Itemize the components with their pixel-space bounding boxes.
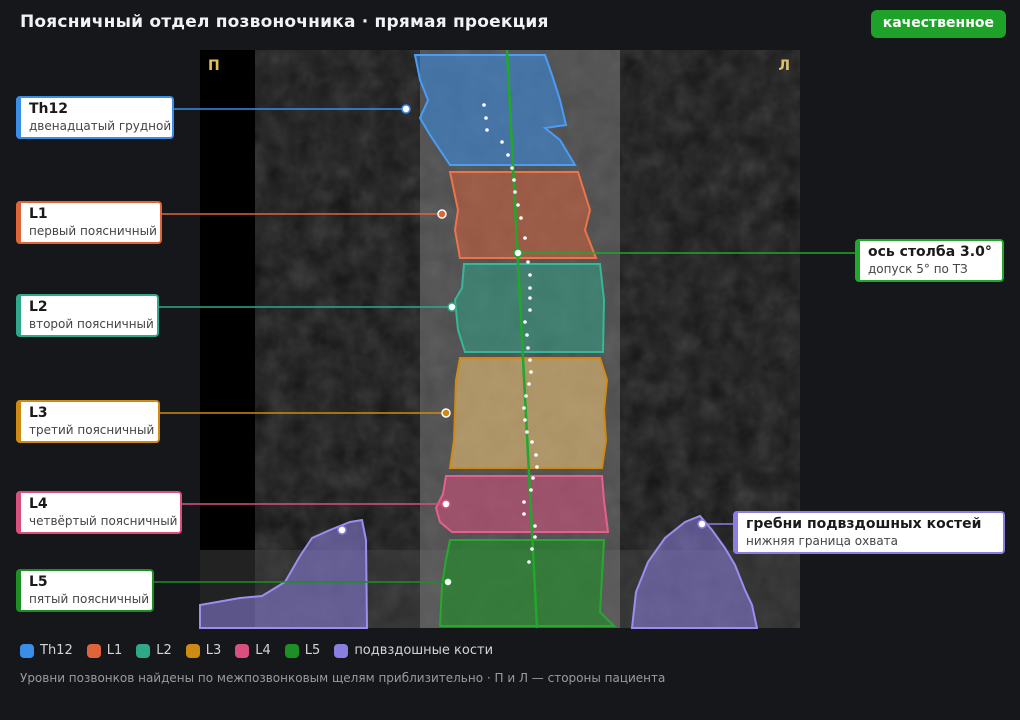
legend: Th12 L1 L2 L3 L4 L5 подвздошные кости [20,643,493,658]
legend-label: Th12 [40,643,73,658]
vertebra-l1-shape [448,171,598,259]
callout-l3[interactable]: L3 третий поясничный [16,400,160,443]
callout-l5-name: L5 [29,574,48,590]
callout-l1-name: L1 [29,206,48,222]
legend-label: L2 [156,643,172,658]
callout-l4-name: L4 [29,496,48,512]
callout-l2-description: второй поясничный [29,317,154,331]
callout-l1[interactable]: L1 первый поясничный [16,201,162,244]
legend-label: L1 [106,643,123,658]
th12-anchor-dot[interactable] [401,104,411,114]
callout-l2-name: L2 [29,299,48,315]
legend-label: L3 [205,643,222,658]
callout-iliac-note: нижняя граница охвата [746,534,899,548]
l2-anchor-dot[interactable] [447,302,457,312]
vertebra-th12-shape [413,54,577,166]
legend-swatch [235,643,250,658]
iliac-left-anchor-dot[interactable] [337,525,347,535]
legend-swatch [185,643,200,658]
callout-axis-note: допуск 5° по ТЗ [868,262,968,276]
callout-l4[interactable]: L4 четвёртый поясничный [16,491,182,534]
legend-swatch [136,643,151,658]
callout-l2[interactable]: L2 второй поясничный [16,294,159,337]
vertebra-l5-shape [438,539,617,627]
legend-item-th12: Th12 [20,643,73,658]
legend-swatch [334,643,349,658]
callout-l5[interactable]: L5 пятый поясничный [16,569,154,612]
callout-l3-description: третий поясничный [29,423,155,437]
callout-spine-axis[interactable]: ось столба 3.0° допуск 5° по ТЗ [855,239,1004,282]
vertebra-l2-shape [453,263,606,353]
legend-item-l3: L3 [185,643,222,658]
l3-anchor-dot[interactable] [441,408,451,418]
legend-item-l2: L2 [136,643,172,658]
legend-swatch [284,643,299,658]
callout-iliac-label: гребни подвздошных костей [746,516,982,532]
l1-anchor-dot[interactable] [437,209,447,219]
vertebra-l4-shape [434,475,610,533]
l5-anchor-dot[interactable] [443,577,453,587]
callout-iliac-crests[interactable]: гребни подвздошных костей нижняя граница… [733,511,1005,554]
callout-th12[interactable]: Th12 двенадцатый грудной [16,96,174,139]
legend-item-l5: L5 [284,643,321,658]
callout-th12-description: двенадцатый грудной [29,119,172,133]
callout-l3-name: L3 [29,405,48,421]
footnote: Уровни позвонков найдены по межпозвонков… [20,671,666,685]
callout-axis-label: ось столба 3.0° [868,244,992,260]
legend-label: L5 [304,643,321,658]
legend-swatch [20,643,34,658]
legend-item-l1: L1 [86,643,123,658]
legend-swatch [86,643,101,658]
callout-th12-name: Th12 [29,101,68,117]
legend-item-iliac: подвздошные кости [334,643,493,658]
iliac-right-anchor-dot[interactable] [697,519,707,529]
callout-l5-description: пятый поясничный [29,592,149,606]
axis-anchor-dot[interactable] [513,248,523,258]
callout-l4-description: четвёртый поясничный [29,514,178,528]
legend-item-l4: L4 [235,643,271,658]
callout-l1-description: первый поясничный [29,224,157,238]
legend-label: L4 [255,643,271,658]
legend-label: подвздошные кости [354,643,494,658]
l4-anchor-dot[interactable] [441,499,451,509]
